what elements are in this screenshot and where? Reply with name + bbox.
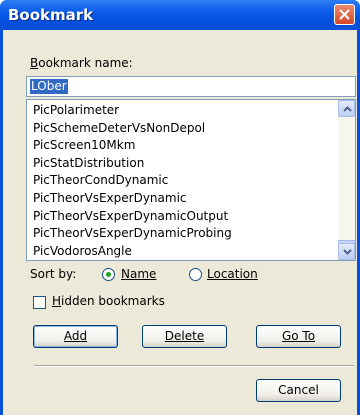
divider xyxy=(34,365,354,367)
chevron-down-icon xyxy=(343,249,352,255)
bookmark-name-label: Bookmark name: xyxy=(30,56,133,70)
list-item[interactable]: PicTheorCondDynamic xyxy=(33,172,333,190)
hidden-bookmarks-checkbox[interactable] xyxy=(33,296,46,309)
list-item[interactable]: PicScreen10Mkm xyxy=(33,137,333,155)
window-title: Bookmark xyxy=(8,6,94,24)
sort-location-label[interactable]: Location xyxy=(207,267,258,281)
list-item[interactable]: PicVodorosAngle xyxy=(33,243,333,260)
radio-selected-dot xyxy=(106,272,111,277)
bookmark-list[interactable]: PicPolarimeter PicSchemeDeterVsNonDepol Pi… xyxy=(26,99,356,261)
scroll-up-button[interactable] xyxy=(338,100,355,117)
list-item[interactable]: PicTheorVsExperDynamicProbing xyxy=(33,225,333,243)
close-button[interactable] xyxy=(334,4,355,25)
goto-button[interactable]: Go To xyxy=(256,325,341,348)
sort-name-radio[interactable] xyxy=(102,268,115,281)
bookmark-name-input[interactable]: LOber xyxy=(26,76,356,97)
cancel-button[interactable]: Cancel xyxy=(256,379,341,402)
list-item[interactable]: PicTheorVsExperDynamic xyxy=(33,190,333,208)
bookmark-name-value: LOber xyxy=(30,79,68,94)
add-button[interactable]: Add xyxy=(33,325,118,348)
title-bar[interactable]: Bookmark xyxy=(0,0,360,30)
chevron-up-icon xyxy=(343,106,352,112)
delete-button[interactable]: Delete xyxy=(142,325,227,348)
list-scrollbar[interactable] xyxy=(338,100,355,260)
scroll-down-button[interactable] xyxy=(338,243,355,260)
bookmark-list-items: PicPolarimeter PicSchemeDeterVsNonDepol Pi… xyxy=(33,102,333,260)
list-item[interactable]: PicPolarimeter xyxy=(33,102,333,120)
hidden-bookmarks-label[interactable]: Hidden bookmarks xyxy=(52,294,165,308)
list-item[interactable]: PicTheorVsExperDynamicOutput xyxy=(33,208,333,226)
list-item[interactable]: PicStatDistribution xyxy=(33,155,333,173)
sort-by-label: Sort by: xyxy=(30,267,77,281)
list-item[interactable]: PicSchemeDeterVsNonDepol xyxy=(33,120,333,138)
sort-location-radio[interactable] xyxy=(189,268,202,281)
close-icon xyxy=(339,9,350,20)
sort-name-label[interactable]: Name xyxy=(121,267,156,281)
